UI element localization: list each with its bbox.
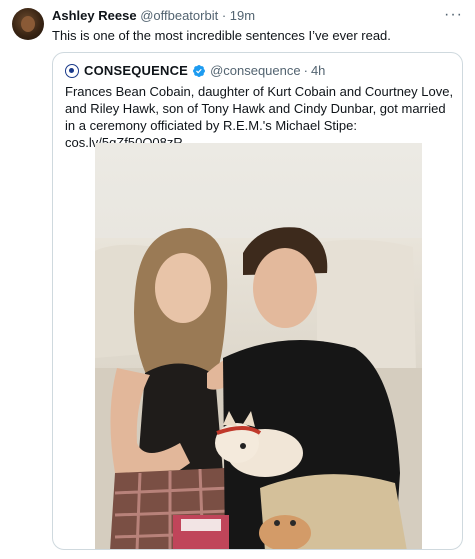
quoted-tweet-timestamp[interactable]: 4h [311,63,325,79]
consequence-logo-icon[interactable] [65,64,79,78]
quoted-tweet[interactable]: CONSEQUENCE @consequence · 4h Frances Be… [52,52,463,550]
more-options-icon[interactable]: ··· [444,6,463,24]
author-avatar[interactable] [12,8,44,40]
couple-with-dog-photo [95,143,422,549]
quoted-tweet-header: CONSEQUENCE @consequence · 4h [65,63,325,79]
tweet-timestamp[interactable]: 19m [230,8,255,23]
author-name[interactable]: Ashley Reese [52,8,137,23]
quoted-tweet-text: Frances Bean Cobain, daughter of Kurt Co… [65,84,454,150]
tweet-text: This is one of the most incredible sente… [52,28,391,43]
verified-badge-icon [193,65,206,77]
quoted-author-name[interactable]: CONSEQUENCE [84,63,188,79]
tweet-header: Ashley Reese @offbeatorbit · 19m [52,8,255,24]
author-handle[interactable]: @offbeatorbit [140,8,218,23]
separator-dot: · [303,63,308,78]
separator-dot: · [221,8,227,23]
quoted-author-handle[interactable]: @consequence [210,63,301,79]
attached-photo[interactable] [95,143,422,549]
